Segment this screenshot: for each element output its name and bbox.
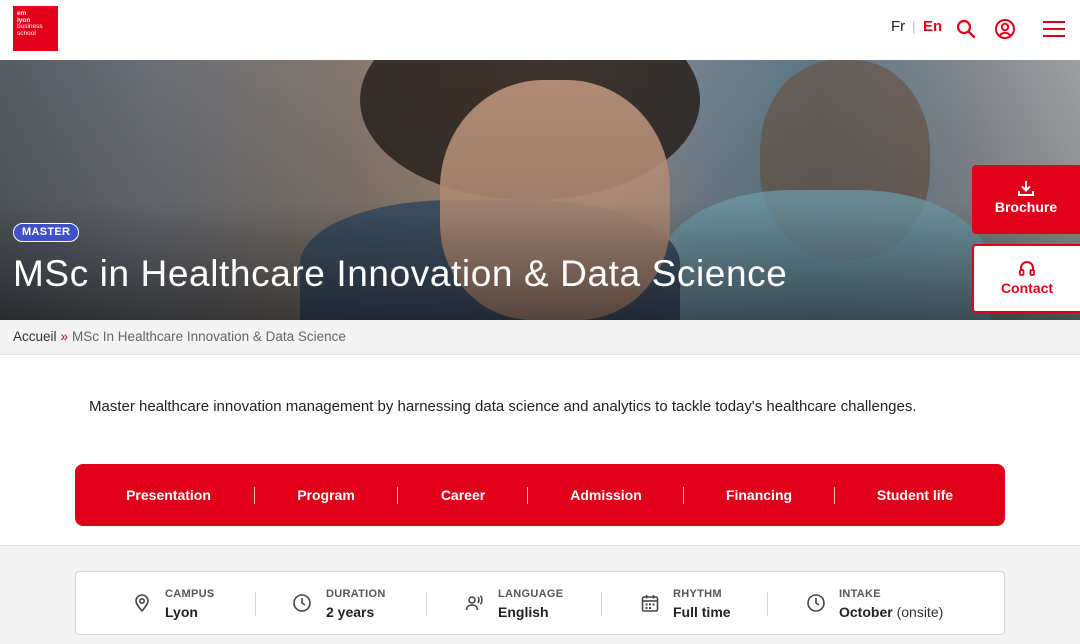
language-fr-link[interactable]: Fr (891, 18, 905, 35)
fact-rhythm: RHYTHM Full time (602, 572, 767, 634)
user-icon[interactable] (994, 18, 1016, 40)
nav-tab-student-life[interactable]: Student life (840, 464, 990, 526)
fact-value-wrap: October (onsite) (839, 604, 943, 620)
program-intro-text: Master healthcare innovation management … (89, 398, 917, 415)
nav-tab-program[interactable]: Program (260, 464, 392, 526)
menu-icon[interactable] (1042, 18, 1066, 40)
key-facts-card: CAMPUS Lyon DURATION 2 years LANGUAGE En… (75, 571, 1005, 635)
brochure-button[interactable]: Brochure (972, 165, 1080, 234)
fact-value: Lyon (165, 604, 198, 620)
fact-label: RHYTHM (673, 588, 722, 600)
headset-icon (1019, 261, 1035, 276)
fact-value: Full time (673, 604, 731, 620)
location-pin-icon (135, 594, 149, 613)
site-header: em lyon business school Fr | En (0, 0, 1080, 60)
em-lyon-logo[interactable]: em lyon business school (13, 6, 58, 51)
nav-divider (397, 487, 398, 504)
page-title: MSc in Healthcare Innovation & Data Scie… (13, 253, 788, 294)
nav-tab-financing[interactable]: Financing (691, 464, 827, 526)
clock-icon (807, 594, 825, 612)
fact-label: INTAKE (839, 588, 881, 600)
nav-divider (527, 487, 528, 504)
search-icon[interactable] (955, 18, 977, 40)
language-en-link[interactable]: En (923, 18, 942, 35)
language-separator: | (912, 19, 916, 34)
speaking-person-icon (465, 595, 483, 611)
calendar-icon (641, 595, 659, 612)
contact-label: Contact (1000, 280, 1054, 296)
nav-divider (683, 487, 684, 504)
fact-value: English (498, 604, 549, 620)
fact-intake: INTAKE October (onsite) (768, 572, 1004, 634)
nav-divider (254, 487, 255, 504)
program-type-badge: MASTER (13, 223, 80, 242)
breadcrumb-home-link[interactable]: Accueil (13, 329, 57, 344)
fact-language: LANGUAGE English (427, 572, 601, 634)
contact-button[interactable]: Contact (972, 244, 1080, 313)
breadcrumb: Accueil» MSc In Healthcare Innovation & D… (0, 320, 1080, 355)
nav-divider (834, 487, 835, 504)
fact-label: LANGUAGE (498, 588, 564, 600)
nav-tab-admission[interactable]: Admission (535, 464, 677, 526)
download-icon (1018, 181, 1034, 196)
fact-campus: CAMPUS Lyon (76, 572, 256, 634)
fact-value-extra: (onsite) (896, 604, 944, 620)
nav-tab-presentation[interactable]: Presentation (95, 464, 242, 526)
program-nav: Presentation Program Career Admission Fi… (75, 464, 1005, 526)
fact-value: October (839, 604, 893, 620)
breadcrumb-separator: » (60, 329, 69, 344)
breadcrumb-current: MSc In Healthcare Innovation & Data Scie… (72, 329, 346, 344)
brochure-label: Brochure (994, 199, 1058, 215)
fact-label: CAMPUS (165, 588, 215, 600)
logo-line: school (17, 29, 36, 37)
fact-duration: DURATION 2 years (256, 572, 426, 634)
fact-label: DURATION (326, 588, 386, 600)
nav-tab-career[interactable]: Career (405, 464, 521, 526)
clock-icon (293, 594, 311, 612)
fact-value: 2 years (326, 604, 375, 620)
